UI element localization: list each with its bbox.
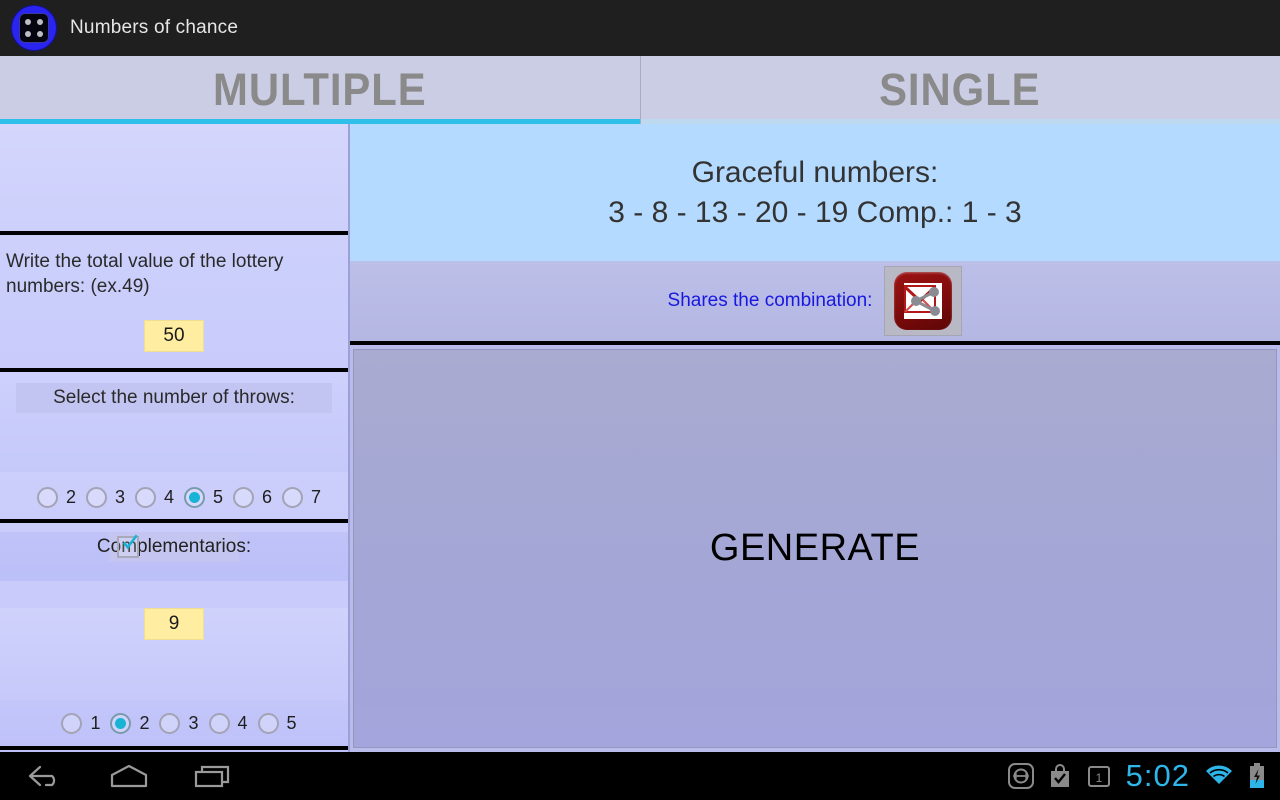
radio-circle [257, 712, 279, 734]
radio-circle [61, 712, 83, 734]
title-bar: Numbers of chance [0, 0, 1280, 56]
throws-radio-label: 3 [114, 486, 125, 507]
teamviewer-icon[interactable] [1007, 763, 1034, 789]
radio-circle [159, 712, 181, 734]
clock: 5:02 [1125, 758, 1190, 793]
radio-circle-selected [184, 486, 205, 508]
complementary-radio-2[interactable]: 2 [100, 712, 150, 734]
tab-single[interactable]: SINGLE [639, 56, 1280, 124]
complementary-checkbox[interactable] [117, 534, 139, 558]
app-screen: Numbers of chance MULTIPLE SINGLE Write … [0, 0, 1280, 800]
throws-label: Select the number of throws: [16, 383, 332, 413]
radio-circle [208, 712, 230, 734]
home-icon[interactable] [108, 759, 150, 793]
dice-app-icon [12, 6, 56, 50]
complementary-radio-4[interactable]: 4 [199, 712, 248, 734]
checkmark-icon [122, 534, 138, 550]
share-row: Shares the combination: [350, 261, 1280, 345]
panel-spacer-top [0, 124, 348, 235]
complementary-radio-5[interactable]: 5 [248, 712, 297, 734]
throws-label-section: Select the number of throws: [0, 383, 348, 472]
battery-charging-icon[interactable] [1248, 762, 1266, 790]
app-title: Numbers of chance [70, 17, 239, 38]
throws-radio-5[interactable]: 5 [174, 486, 224, 508]
radio-circle [233, 486, 255, 508]
notification-count-icon[interactable]: 1 [1086, 763, 1112, 789]
complementary-radio-section: 1 2 3 4 5 [0, 700, 348, 750]
throws-radio-3[interactable]: 3 [76, 486, 125, 508]
share-label: Shares the combination: [667, 290, 873, 311]
throws-radio-6[interactable]: 6 [223, 486, 273, 508]
radio-circle-selected [110, 712, 132, 734]
svg-text:1: 1 [1095, 771, 1102, 785]
throws-radio-label: 2 [65, 486, 76, 507]
settings-panel: Write the total value of the lottery num… [0, 124, 350, 800]
tab-bar: MULTIPLE SINGLE [0, 56, 1280, 124]
total-value-prompt: Write the total value of the lottery num… [6, 251, 284, 297]
radio-circle [282, 486, 304, 508]
mail-share-icon [894, 272, 953, 330]
complementary-radio-label: 3 [188, 712, 199, 733]
radio-circle [134, 486, 156, 508]
status-tray: 1 5:02 [1007, 758, 1266, 794]
results-panel: Graceful numbers: 3 - 8 - 13 - 20 - 19 C… [350, 124, 1280, 752]
generate-label: GENERATE [709, 527, 921, 569]
complementary-radio-group: 1 2 3 4 5 [0, 700, 348, 746]
generate-button[interactable]: GENERATE [353, 349, 1277, 748]
complementary-value-section: 9 [0, 608, 348, 700]
result-title: Graceful numbers: [691, 155, 939, 189]
complementary-label-band: Complementarios: [97, 532, 251, 562]
throws-radio-7[interactable]: 7 [272, 486, 322, 508]
system-navigation-bar: 1 5:02 [0, 752, 1280, 800]
share-button[interactable] [884, 266, 963, 336]
throws-radio-label: 7 [311, 486, 322, 507]
complementary-radio-3[interactable]: 3 [149, 712, 199, 734]
complementary-toggle-section: Complementarios: [0, 532, 348, 581]
complementary-radio-1[interactable]: 1 [51, 712, 101, 734]
throws-radio-label: 6 [262, 486, 273, 507]
throws-radio-group: 2 3 4 5 6 7 [0, 475, 348, 519]
back-arrow-icon[interactable] [24, 759, 66, 793]
radio-circle [85, 486, 107, 508]
throws-radio-section: 2 3 4 5 6 7 [0, 475, 348, 523]
total-value-input[interactable]: 50 [144, 320, 204, 352]
wifi-icon[interactable] [1204, 764, 1234, 788]
throws-radio-label: 5 [213, 486, 224, 507]
throws-radio-label: 4 [163, 486, 174, 507]
complementary-radio-label: 1 [90, 712, 101, 733]
content-area: Write the total value of the lottery num… [0, 124, 1280, 800]
tab-single-label: SINGLE [879, 64, 1041, 115]
tab-multiple-label: MULTIPLE [212, 64, 427, 115]
complementary-radio-label: 5 [286, 712, 297, 733]
complementary-radio-label: 4 [237, 712, 248, 733]
nav-button-group [24, 759, 234, 793]
radio-circle [36, 486, 58, 508]
total-value-section: Write the total value of the lottery num… [0, 235, 348, 372]
complementary-radio-label: 2 [139, 712, 150, 733]
shopping-bag-check-icon[interactable] [1048, 763, 1072, 789]
result-numbers: 3 - 8 - 13 - 20 - 19 Comp.: 1 - 3 [608, 195, 1022, 229]
complementary-value-input[interactable]: 9 [144, 608, 204, 640]
throws-radio-2[interactable]: 2 [27, 486, 76, 508]
result-display: Graceful numbers: 3 - 8 - 13 - 20 - 19 C… [350, 124, 1280, 261]
throws-radio-4[interactable]: 4 [125, 486, 174, 508]
recent-apps-icon[interactable] [192, 759, 234, 793]
tab-multiple[interactable]: MULTIPLE [0, 56, 640, 124]
